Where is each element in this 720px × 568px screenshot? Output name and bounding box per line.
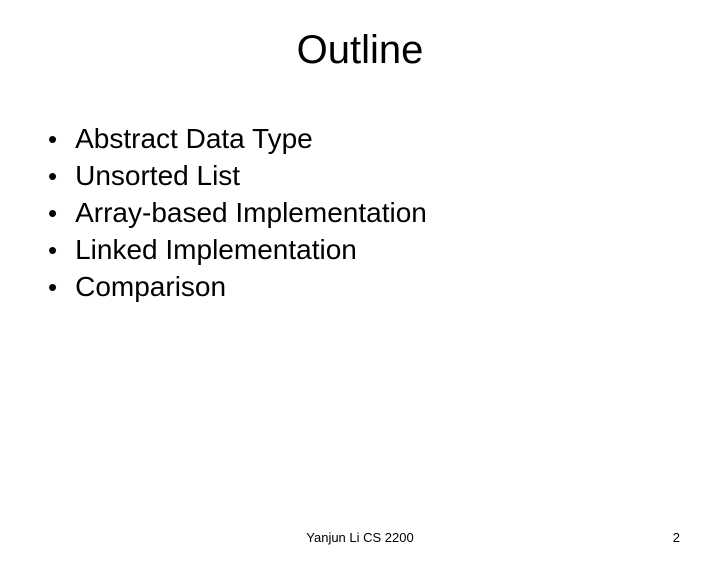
list-item: • Array-based Implementation [48,197,720,229]
list-item: • Linked Implementation [48,234,720,266]
bullet-icon: • [48,235,57,266]
bullet-text: Linked Implementation [75,234,357,266]
bullet-icon: • [48,124,57,155]
list-item: • Abstract Data Type [48,123,720,155]
list-item: • Comparison [48,271,720,303]
list-item: • Unsorted List [48,160,720,192]
bullet-text: Abstract Data Type [75,123,313,155]
bullet-list: • Abstract Data Type • Unsorted List • A… [48,123,720,303]
bullet-icon: • [48,198,57,229]
bullet-text: Array-based Implementation [75,197,427,229]
bullet-text: Comparison [75,271,226,303]
page-title: Outline [0,28,720,73]
bullet-icon: • [48,161,57,192]
bullet-text: Unsorted List [75,160,240,192]
footer-author: Yanjun Li CS 2200 [306,530,413,545]
bullet-icon: • [48,272,57,303]
page-number: 2 [673,530,680,545]
